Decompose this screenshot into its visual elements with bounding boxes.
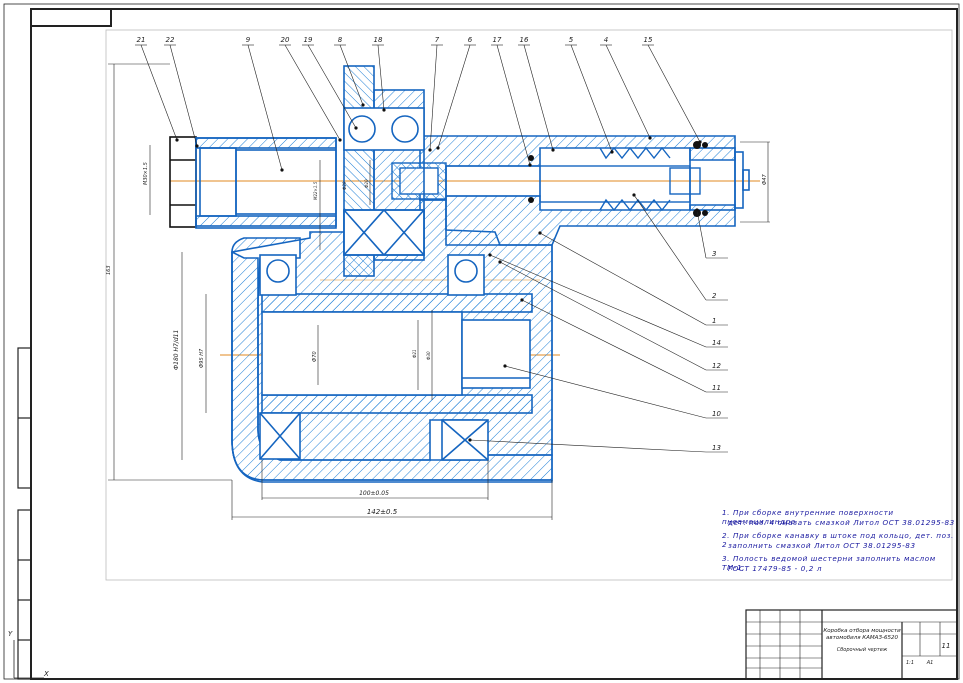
leader-label: 4 xyxy=(604,36,608,44)
note-line-2: дет. поз. 4 смазать смазкой Литол ОСТ 38… xyxy=(728,518,955,527)
drive-gear xyxy=(343,65,425,277)
piston-rod xyxy=(391,162,701,203)
note-line-4: заполнить смазкой Литол ОСТ 38.01295-83 xyxy=(728,541,916,550)
leader-4: 4 xyxy=(600,36,652,140)
leader-label: 21 xyxy=(137,36,146,44)
leader-label: 15 xyxy=(644,36,653,44)
note-line-6: ГОСТ 17479-85 - 0,2 л xyxy=(728,564,823,573)
leader-label: 8 xyxy=(338,36,343,44)
leader-label: 19 xyxy=(304,36,313,44)
left-fitting xyxy=(169,136,197,228)
leader-label: 11 xyxy=(712,384,721,392)
title-block xyxy=(745,609,958,680)
leader-label: 7 xyxy=(435,36,440,44)
leader-label: 5 xyxy=(569,36,574,44)
title-subtitle: Сборочный чертеж xyxy=(837,647,888,653)
left-binding-strip xyxy=(17,347,32,680)
leader-label: 16 xyxy=(520,36,529,44)
leader-label: 17 xyxy=(493,36,502,44)
dim-47: Ф47 xyxy=(762,174,768,185)
spring xyxy=(599,146,671,212)
leader-1: 1 xyxy=(538,231,728,326)
dim-m22: M22×1.5 xyxy=(313,181,318,200)
top-left-box xyxy=(30,8,112,27)
dim-30: Ф30 xyxy=(426,351,431,360)
dim-142: 142±0.5 xyxy=(367,508,398,516)
leader-label: 3 xyxy=(712,250,716,258)
axis-y-label: Y xyxy=(8,630,13,638)
leader-label: 14 xyxy=(712,339,721,347)
leader-label: 6 xyxy=(468,36,473,44)
dim-m30: M30×1.5 xyxy=(143,162,149,185)
leader-label: 1 xyxy=(712,317,716,325)
dim-95: Ф95 Н7 xyxy=(199,348,205,368)
axis-x-label: X xyxy=(43,670,49,678)
dim-100: 100±0.05 xyxy=(359,490,389,497)
title-sheet: 1:1 xyxy=(906,660,914,666)
leader-20: 20 xyxy=(279,36,342,142)
title-line-1: Коробка отбора мощности xyxy=(823,628,901,634)
leader-15: 15 xyxy=(642,36,702,144)
leader-9: 9 xyxy=(242,36,284,172)
dim-29: Ф29 xyxy=(342,181,347,190)
leader-label: 10 xyxy=(712,410,721,418)
dim-163: 163 xyxy=(106,265,112,275)
dim-20: Ф20 xyxy=(364,179,369,188)
leader-label: 9 xyxy=(246,36,251,44)
sheet-count: 11 xyxy=(942,642,951,650)
leader-label: 12 xyxy=(712,362,721,370)
leader-6: 6 xyxy=(436,36,476,150)
leader-22: 22 xyxy=(164,36,199,148)
leader-label: 13 xyxy=(712,444,721,452)
leader-16: 16 xyxy=(518,36,555,152)
leader-label: 18 xyxy=(374,36,383,44)
dim-70: Ф70 xyxy=(312,351,318,362)
leader-label: 20 xyxy=(281,36,290,44)
leader-label: 22 xyxy=(166,36,175,44)
dim-21: Ф21 xyxy=(412,349,417,358)
dim-180: Ф180 Н7/d11 xyxy=(173,330,180,370)
leader-label: 2 xyxy=(712,292,717,300)
drawing-sheet: 142±0.5 100±0.05 163 Ф180 Н7/d11 Ф95 Н7 … xyxy=(3,3,960,680)
title-format: А1 xyxy=(926,660,934,666)
leader-7: 7 xyxy=(428,36,443,152)
lower-shaft xyxy=(261,293,533,414)
title-line-2: автомобиля КАМАЗ-6520 xyxy=(826,635,898,641)
